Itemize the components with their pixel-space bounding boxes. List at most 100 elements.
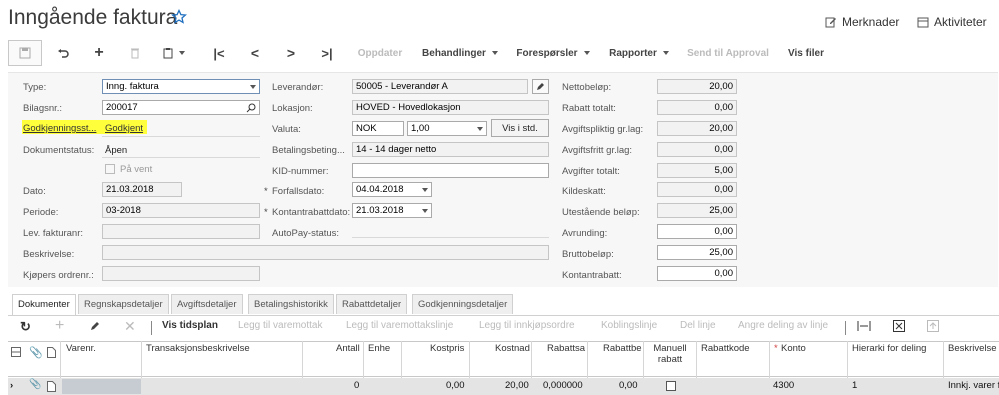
tab-approval[interactable]: Godkjenningsdetaljer xyxy=(412,294,514,314)
rate-select[interactable]: 1,00 xyxy=(407,121,487,136)
view-files-button[interactable]: Vis filer xyxy=(784,40,828,66)
buyer-input[interactable] xyxy=(102,266,260,281)
reports-menu[interactable]: Rapporter xyxy=(606,40,672,66)
tab-discount[interactable]: Rabattdetaljer xyxy=(336,294,408,314)
approval-underline xyxy=(102,136,260,137)
taxfree-amount: 0,00 xyxy=(657,142,737,157)
prev-record-button[interactable]: < xyxy=(244,40,266,66)
add-row-button[interactable]: + xyxy=(55,317,64,335)
delete-row-button[interactable]: ✕ xyxy=(124,318,136,335)
approval-label: Godkjenningsst... xyxy=(23,123,97,134)
schedule-button[interactable]: Vis tidsplan xyxy=(162,320,218,331)
cell-linedesc[interactable]: Innkj. varer f xyxy=(948,380,999,391)
tab-documents[interactable]: Dokumenter xyxy=(12,294,76,315)
col-unitcost[interactable]: Kostpris xyxy=(430,343,464,354)
kid-input[interactable] xyxy=(352,163,549,178)
page-title: Inngående faktura xyxy=(8,6,178,29)
next-record-button[interactable]: > xyxy=(280,40,302,66)
period-input[interactable]: 03-2018 xyxy=(102,203,260,218)
rate-value: 1,00 xyxy=(411,123,430,134)
tab-tax[interactable]: Avgiftsdetaljer xyxy=(171,294,243,314)
cell-account[interactable]: 4300 xyxy=(773,380,794,391)
type-select[interactable]: Inng. faktura xyxy=(102,79,260,94)
link-line-button[interactable]: Koblingslinje xyxy=(601,320,657,331)
add-receipt-button[interactable]: Legg til varemottak xyxy=(238,320,323,331)
upload-icon xyxy=(927,320,939,332)
date-input[interactable]: 21.03.2018 xyxy=(102,182,182,197)
edit-row-button[interactable] xyxy=(90,320,101,334)
favorite-star-icon[interactable] xyxy=(171,9,187,25)
col-discamt[interactable]: Rabattbe xyxy=(603,343,642,354)
location-input[interactable]: HOVED - Hovedlokasjon xyxy=(352,100,549,115)
autopay-label: AutoPay-status: xyxy=(272,228,340,239)
view-std-button[interactable]: Vis i std. xyxy=(491,119,549,137)
add-receipt-line-button[interactable]: Legg til varemottakslinje xyxy=(346,320,453,331)
col-manualdisc[interactable]: Manuell rabatt xyxy=(650,343,690,365)
tab-accounting[interactable]: Regnskapsdetaljer xyxy=(78,294,169,314)
fit-columns-button[interactable] xyxy=(857,320,871,335)
undo-button[interactable] xyxy=(52,40,74,66)
col-itemno[interactable]: Varenr. xyxy=(66,343,96,354)
col-linedesc[interactable]: Beskrivelse xyxy=(948,343,997,354)
copy-paste-menu[interactable] xyxy=(158,40,190,66)
col-unit[interactable]: Enhe xyxy=(368,343,390,354)
location-label: Lokasjon: xyxy=(272,103,313,114)
balance-label: Utestående beløp: xyxy=(562,207,640,218)
due-date-input[interactable]: 04.04.2018 xyxy=(352,182,432,197)
col-description[interactable]: Transaksjonsbeskrivelse xyxy=(146,343,250,354)
cell-discpct[interactable]: 0,000000 xyxy=(543,380,583,391)
send-approval-button[interactable]: Send til Approval xyxy=(686,40,770,66)
last-record-button[interactable]: >| xyxy=(316,40,338,66)
col-disccode[interactable]: Rabattkode xyxy=(701,343,750,354)
cashdisc-date-input[interactable]: 21.03.2018 xyxy=(352,203,432,218)
cell-unitcost[interactable]: 0,00 xyxy=(446,380,465,391)
actions-menu[interactable]: Behandlinger xyxy=(420,40,500,66)
plus-icon: + xyxy=(94,44,104,61)
notes-link[interactable]: Merknader xyxy=(825,15,899,29)
cell-qty[interactable]: 0 xyxy=(354,380,359,391)
col-discpct[interactable]: Rabattsa xyxy=(547,343,585,354)
edit-vendor-button[interactable] xyxy=(532,79,549,94)
gross-amount[interactable]: 25,00 xyxy=(657,245,737,260)
docstatus-underline xyxy=(102,157,260,158)
save-button[interactable] xyxy=(8,40,42,66)
terms-input[interactable]: 14 - 14 dager netto xyxy=(352,142,549,157)
add-button[interactable]: + xyxy=(88,40,110,66)
approval-value[interactable]: Godkjent xyxy=(105,123,143,134)
export-excel-button[interactable] xyxy=(893,320,905,335)
cell-cost[interactable]: 20,00 xyxy=(505,380,529,391)
update-button[interactable]: Oppdater xyxy=(352,40,408,66)
inquiries-menu[interactable]: Forespørsler xyxy=(512,40,594,66)
manual-disc-checkbox[interactable] xyxy=(666,381,676,391)
save-icon xyxy=(19,47,31,59)
upload-button[interactable] xyxy=(927,320,939,335)
table-row[interactable] xyxy=(8,378,999,395)
add-po-button[interactable]: Legg til innkjøpsordre xyxy=(479,320,575,331)
ref-value: 200017 xyxy=(106,102,138,113)
activities-link[interactable]: Aktiviteter xyxy=(917,15,987,29)
rounding-amount[interactable]: 0,00 xyxy=(657,224,737,239)
vendor-input[interactable]: 50005 - Leverandør A xyxy=(352,79,528,94)
split-line-button[interactable]: Del linje xyxy=(680,320,716,331)
row-settings-icon[interactable] xyxy=(11,347,21,360)
cashdiscamt-amount[interactable]: 0,00 xyxy=(657,266,737,281)
col-hierarchy[interactable]: Hierarki for deling xyxy=(852,343,926,354)
tab-payment-history[interactable]: Betalingshistorikk xyxy=(248,294,334,314)
currency-input[interactable]: NOK xyxy=(352,121,404,136)
first-record-button[interactable]: |< xyxy=(208,40,230,66)
desc-input[interactable] xyxy=(102,245,549,260)
refresh-button[interactable]: ↻ xyxy=(20,319,31,335)
undo-split-button[interactable]: Angre deling av linje xyxy=(738,320,828,331)
onhold-checkbox[interactable] xyxy=(105,164,115,174)
cell-hierarchy[interactable]: 1 xyxy=(852,380,857,391)
col-qty[interactable]: Antall xyxy=(336,343,360,354)
delete-button[interactable] xyxy=(124,40,146,66)
itemno-cell-selected[interactable] xyxy=(62,379,141,394)
vendorref-input[interactable] xyxy=(102,224,260,239)
actions-label: Behandlinger xyxy=(422,47,486,59)
edit-note-icon xyxy=(825,17,836,28)
ref-input[interactable]: 200017 xyxy=(102,100,260,115)
cell-discamt[interactable]: 0,00 xyxy=(619,380,638,391)
col-account[interactable]: Konto xyxy=(781,343,806,354)
col-cost[interactable]: Kostnad xyxy=(495,343,530,354)
